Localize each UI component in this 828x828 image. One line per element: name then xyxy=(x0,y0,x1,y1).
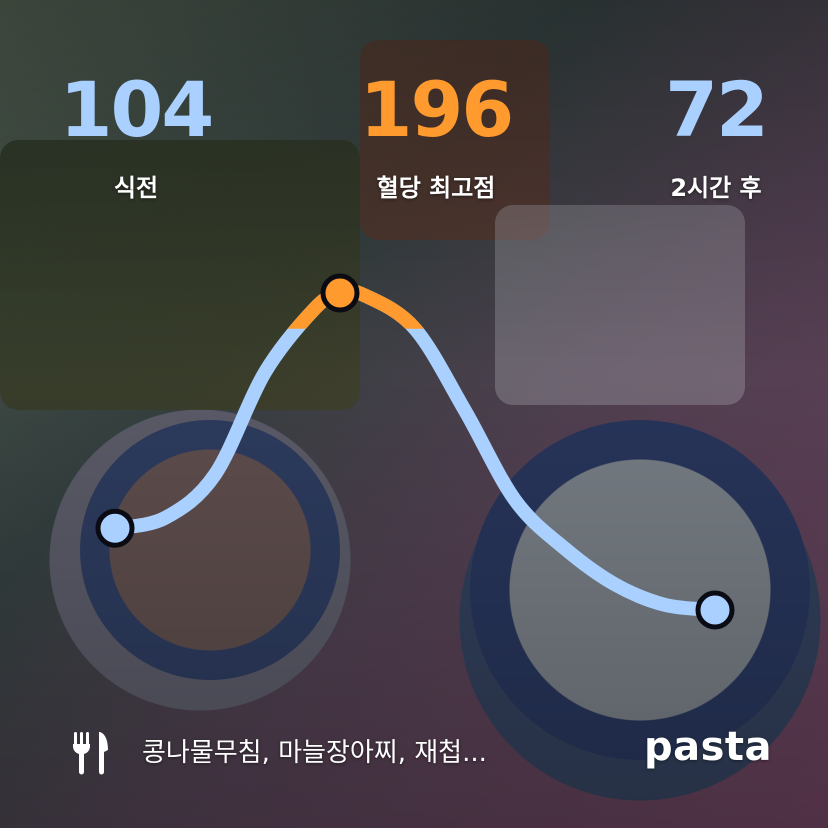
stat-before-label: 식전 xyxy=(113,174,159,202)
stat-after-value: 72 xyxy=(665,65,769,154)
brand-logo: pasta xyxy=(644,724,773,770)
glucose-share-card: 104 식전 196 혈당 최고점 72 2시간 후 콩나물무침, 마늘장아찌,… xyxy=(0,0,828,828)
stat-after: 72 2시간 후 xyxy=(596,70,828,203)
stat-before-value: 104 xyxy=(59,65,215,154)
marker-before xyxy=(95,508,135,548)
glucose-line xyxy=(108,284,722,617)
meal-description: 콩나물무침, 마늘장아찌, 재첩... xyxy=(142,738,487,768)
stat-after-label: 2시간 후 xyxy=(670,174,762,202)
stat-peak: 196 혈당 최고점 xyxy=(316,70,556,203)
marker-peak xyxy=(320,273,360,313)
stat-peak-label: 혈당 최고점 xyxy=(376,174,496,202)
stat-peak-value: 196 xyxy=(359,65,515,154)
marker-after xyxy=(695,590,735,630)
fork-knife-icon xyxy=(73,732,108,775)
stat-before: 104 식전 xyxy=(16,70,256,203)
